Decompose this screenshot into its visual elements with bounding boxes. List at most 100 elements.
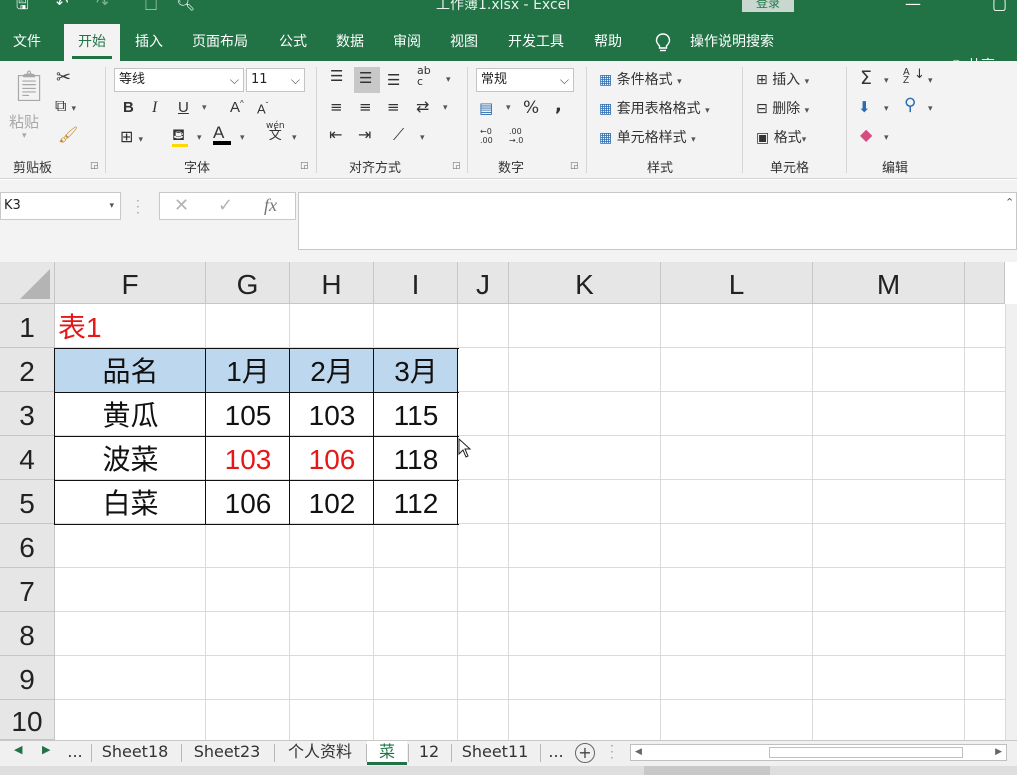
decrease-indent-icon[interactable]: ⇤ bbox=[329, 125, 342, 144]
sheet-tab-profile[interactable]: 个人资料 bbox=[275, 741, 365, 765]
undo-icon[interactable]: ↶ bbox=[56, 0, 69, 12]
borders-icon[interactable]: ⊞ ▾ bbox=[120, 127, 143, 146]
column-header-l[interactable]: L bbox=[661, 262, 813, 304]
formula-input[interactable] bbox=[298, 192, 1017, 250]
font-color-button[interactable]: A bbox=[213, 123, 231, 145]
header-cell-jan[interactable]: 1月 bbox=[206, 348, 290, 392]
enter-icon[interactable]: ✓ bbox=[218, 195, 233, 216]
table-cell[interactable]: 白菜 bbox=[55, 480, 206, 524]
row-header-5[interactable]: 5 bbox=[0, 480, 55, 524]
insert-function-icon[interactable]: fx bbox=[264, 195, 277, 216]
font-name-select[interactable]: 等线 ⌵ bbox=[114, 68, 244, 92]
tab-review[interactable]: 审阅 bbox=[382, 24, 432, 61]
comma-style-button[interactable]: , bbox=[555, 95, 562, 116]
column-header-next[interactable] bbox=[965, 262, 1005, 304]
insert-cells-button[interactable]: ⊞ 插入 ▾ bbox=[756, 69, 809, 89]
row-header-6[interactable]: 6 bbox=[0, 524, 55, 568]
sheet-tab-12[interactable]: 12 bbox=[409, 741, 449, 765]
row-header-4[interactable]: 4 bbox=[0, 436, 55, 480]
select-all-button[interactable] bbox=[0, 262, 55, 304]
copy-icon[interactable]: ⧉ ▾ bbox=[55, 96, 76, 116]
align-right-icon[interactable]: ≡ bbox=[387, 98, 400, 116]
format-painter-icon[interactable]: 🖌︎ bbox=[58, 125, 78, 144]
column-header-i[interactable]: I bbox=[374, 262, 458, 304]
table-cell[interactable]: 105 bbox=[206, 392, 290, 436]
header-cell-feb[interactable]: 2月 bbox=[290, 348, 374, 392]
save-icon[interactable]: 🖫 bbox=[16, 0, 29, 19]
autosum-dropdown-icon[interactable]: ▾ bbox=[884, 76, 889, 86]
phonetic-dropdown-icon[interactable]: ▾ bbox=[292, 133, 297, 143]
minimize-button[interactable]: — bbox=[905, 0, 921, 13]
restore-button[interactable]: ▢ bbox=[992, 0, 1007, 13]
sort-dropdown-icon[interactable]: ▾ bbox=[928, 76, 933, 86]
find-dropdown-icon[interactable]: ▾ bbox=[928, 104, 933, 114]
row-header-7[interactable]: 7 bbox=[0, 568, 55, 612]
find-select-icon[interactable]: ⚲ bbox=[904, 95, 916, 115]
clear-dropdown-icon[interactable]: ▾ bbox=[884, 133, 889, 143]
clear-eraser-icon[interactable]: ◆ bbox=[860, 125, 872, 144]
column-header-h[interactable]: H bbox=[290, 262, 374, 304]
row-header-9[interactable]: 9 bbox=[0, 656, 55, 700]
cell-styles-button[interactable]: ▦ 单元格样式 ▾ bbox=[599, 127, 696, 147]
tab-data[interactable]: 数据 bbox=[325, 24, 375, 61]
conditional-formatting-button[interactable]: ▦ 条件格式 ▾ bbox=[599, 69, 682, 89]
table-cell[interactable]: 103 bbox=[290, 392, 374, 436]
formula-bar-resize-handle[interactable]: · · · bbox=[136, 195, 140, 219]
cancel-icon[interactable]: ✕ bbox=[174, 195, 189, 216]
paste-dropdown-icon[interactable]: ▾ bbox=[22, 131, 27, 141]
font-launcher-icon[interactable]: ◲ bbox=[300, 161, 309, 171]
paste-icon[interactable]: 📋︎ bbox=[10, 69, 48, 104]
accounting-dropdown-icon[interactable]: ▾ bbox=[506, 103, 511, 113]
scroll-left-icon[interactable]: ◀ bbox=[635, 745, 642, 760]
tab-help[interactable]: 帮助 bbox=[583, 24, 633, 61]
increase-decimal-button[interactable]: ←0.00 bbox=[480, 127, 493, 145]
column-header-m[interactable]: M bbox=[813, 262, 965, 304]
scroll-right-icon[interactable]: ▶ bbox=[995, 745, 1002, 760]
increase-indent-icon[interactable]: ⇥ bbox=[358, 125, 371, 144]
underline-button[interactable]: U bbox=[178, 99, 189, 116]
decrease-decimal-button[interactable]: .00 →.0 bbox=[509, 127, 523, 145]
table-cell[interactable]: 黄瓜 bbox=[55, 392, 206, 436]
accounting-format-icon[interactable]: ▤ bbox=[479, 99, 493, 117]
orientation-button[interactable]: ab c bbox=[417, 65, 431, 87]
print-preview-icon[interactable]: 🔍︎ bbox=[176, 0, 195, 12]
next-sheet-icon[interactable]: ▶ bbox=[42, 743, 50, 756]
sort-filter-button[interactable]: AZ bbox=[903, 68, 910, 86]
wrap-text-icon[interactable]: ⇄ bbox=[416, 97, 429, 116]
row-header-8[interactable]: 8 bbox=[0, 612, 55, 656]
table-cell[interactable]: 115 bbox=[374, 392, 458, 436]
align-top-icon[interactable]: ☰ bbox=[330, 67, 343, 85]
column-header-g[interactable]: G bbox=[206, 262, 290, 304]
table-cell[interactable]: 112 bbox=[374, 480, 458, 524]
row-header-10[interactable]: 10 bbox=[0, 700, 55, 740]
format-cells-button[interactable]: ▣ 格式▾ bbox=[756, 127, 806, 147]
align-left-icon[interactable]: ≡ bbox=[330, 98, 343, 116]
align-bottom-icon[interactable]: ☰ bbox=[387, 71, 400, 89]
sheet-tab-sheet11[interactable]: Sheet11 bbox=[452, 741, 538, 765]
merge-dropdown-icon[interactable]: ▾ bbox=[443, 103, 448, 113]
fill-color-icon[interactable]: ⛾ bbox=[172, 125, 188, 147]
tab-page-layout[interactable]: 页面布局 bbox=[182, 24, 258, 61]
tab-home[interactable]: 开始 bbox=[64, 24, 120, 62]
prev-sheet-icon[interactable]: ◀ bbox=[14, 743, 22, 756]
header-cell-mar[interactable]: 3月 bbox=[374, 348, 458, 392]
font-color-dropdown-icon[interactable]: ▾ bbox=[240, 133, 245, 143]
underline-dropdown-icon[interactable]: ▾ bbox=[202, 103, 207, 113]
table-cell[interactable]: 102 bbox=[290, 480, 374, 524]
sheet-tab-more-left[interactable]: ... bbox=[62, 741, 88, 765]
shrink-font-button[interactable]: Aˇ bbox=[257, 101, 268, 116]
table-title[interactable]: 表1 bbox=[58, 308, 198, 348]
align-center-icon[interactable]: ≡ bbox=[359, 98, 372, 116]
column-header-k[interactable]: K bbox=[509, 262, 661, 304]
name-box[interactable]: K3 ▾ bbox=[0, 192, 121, 220]
table-cell[interactable]: 118 bbox=[374, 436, 458, 480]
fill-dropdown-icon[interactable]: ▾ bbox=[884, 104, 889, 114]
table-cell-highlighted[interactable]: 103 bbox=[206, 436, 290, 480]
new-file-icon[interactable]: 🗋 bbox=[145, 0, 157, 19]
cut-icon[interactable]: ✂ bbox=[56, 67, 71, 88]
fill-color-dropdown-icon[interactable]: ▾ bbox=[197, 133, 202, 143]
sheet-tab-sheet23[interactable]: Sheet23 bbox=[182, 741, 272, 765]
table-cell-highlighted[interactable]: 106 bbox=[290, 436, 374, 480]
font-size-select[interactable]: 11 ⌵ bbox=[246, 68, 305, 92]
text-direction-dropdown-icon[interactable]: ▾ bbox=[420, 133, 425, 143]
